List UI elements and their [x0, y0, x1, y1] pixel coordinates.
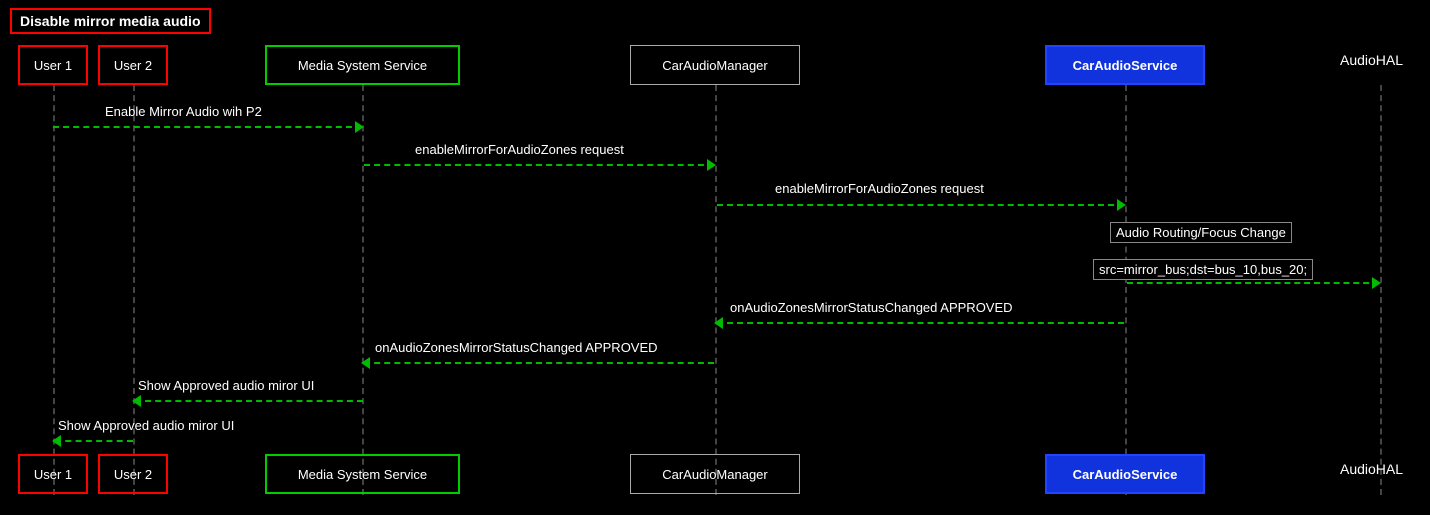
message-3-arrow — [717, 204, 1124, 206]
message-3-arrowhead — [1117, 199, 1126, 211]
message-8-arrow — [55, 440, 133, 442]
message-2-label: enableMirrorForAudioZones request — [415, 142, 624, 157]
message-5-label: onAudioZonesMirrorStatusChanged APPROVED — [730, 300, 1013, 315]
actor-ahl-bottom: AudioHAL — [1340, 461, 1403, 477]
message-8-label: Show Approved audio miror UI — [58, 418, 234, 433]
message-4-arrow — [1127, 282, 1379, 284]
message-5-arrow — [717, 322, 1124, 324]
message-2-arrowhead — [707, 159, 716, 171]
message-4-label: Audio Routing/Focus Change — [1110, 222, 1292, 243]
title-label: Disable mirror media audio — [20, 13, 201, 29]
message-6-arrow — [364, 362, 714, 364]
actor-cam: CarAudioManager — [630, 45, 800, 85]
message-1-arrowhead — [355, 121, 364, 133]
message-4-arrowhead — [1372, 277, 1381, 289]
actor-cas-bottom: CarAudioService — [1045, 454, 1205, 494]
message-1-arrow — [53, 126, 362, 128]
lifeline-cas — [1125, 85, 1127, 495]
actor-mss-bottom: Media System Service — [265, 454, 460, 494]
message-7-label: Show Approved audio miror UI — [138, 378, 314, 393]
actor-cam-bottom: CarAudioManager — [630, 454, 800, 494]
message-6-label: onAudioZonesMirrorStatusChanged APPROVED — [375, 340, 658, 355]
title-box: Disable mirror media audio — [10, 8, 211, 34]
message-6-arrowhead — [361, 357, 370, 369]
lifeline-user2 — [133, 85, 135, 495]
lifeline-user1 — [53, 85, 55, 495]
actor-cas: CarAudioService — [1045, 45, 1205, 85]
actor-user2: User 2 — [98, 45, 168, 85]
message-8-arrowhead — [52, 435, 61, 447]
message-7-arrow — [135, 400, 363, 402]
message-5-arrowhead — [714, 317, 723, 329]
lifeline-mss — [362, 85, 364, 495]
message-1-label: Enable Mirror Audio wih P2 — [105, 104, 262, 119]
message-3-label: enableMirrorForAudioZones request — [775, 181, 984, 196]
diagram-container: Disable mirror media audio User 1 User 2… — [0, 0, 1430, 515]
message-4b-label: src=mirror_bus;dst=bus_10,bus_20; — [1093, 259, 1313, 280]
message-2-arrow — [364, 164, 714, 166]
message-7-arrowhead — [132, 395, 141, 407]
actor-user2-bottom: User 2 — [98, 454, 168, 494]
lifeline-cam — [715, 85, 717, 495]
actor-mss: Media System Service — [265, 45, 460, 85]
actor-ahl: AudioHAL — [1340, 52, 1403, 68]
actor-user1: User 1 — [18, 45, 88, 85]
actor-user1-bottom: User 1 — [18, 454, 88, 494]
lifeline-ahl — [1380, 85, 1382, 495]
